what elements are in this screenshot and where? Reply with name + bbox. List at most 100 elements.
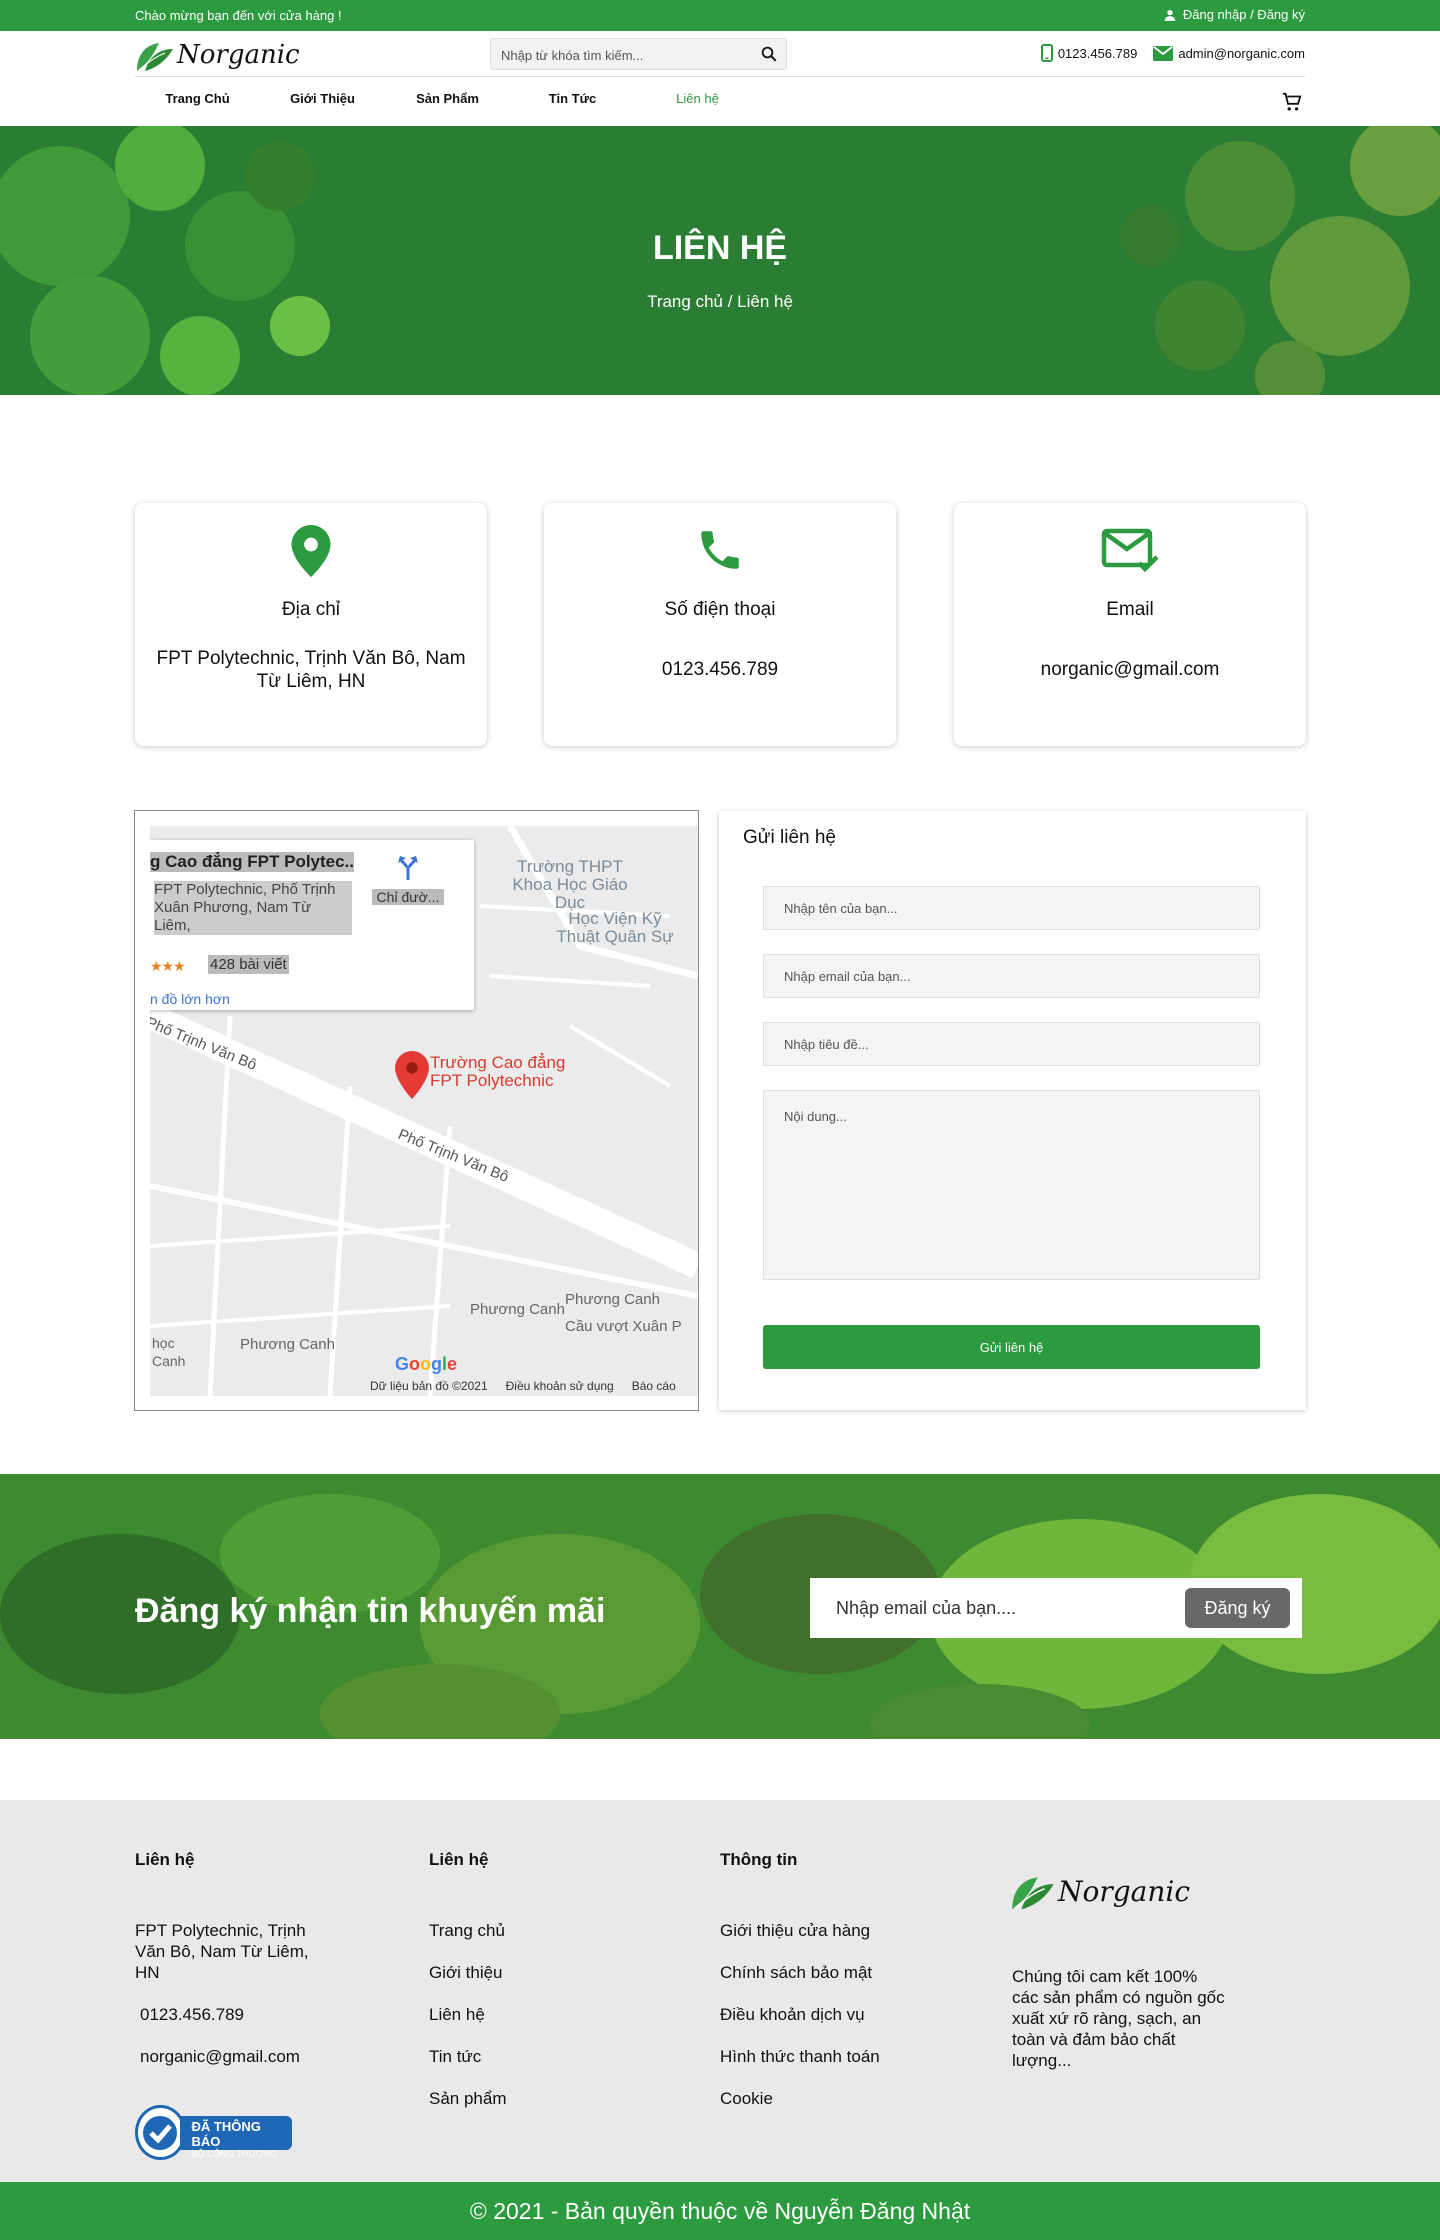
header: Norganic 0123.456.789 admin@norganic.com… (0, 31, 1440, 126)
footer-link-privacy[interactable]: Chính sách bảo mật (720, 1962, 960, 1983)
email-value: norganic@gmail.com (1040, 659, 1220, 680)
badge-subtitle: BỘ CÔNG THƯƠNG (191, 2148, 278, 2159)
address-label: Địa chỉ (281, 599, 341, 620)
phone-icon (701, 531, 739, 569)
map-label-school1: Trường THPT Khoa Học Giáo Dục (512, 857, 628, 912)
footer-info-heading: Thông tin (720, 1850, 798, 1869)
verified-check-icon (135, 2105, 186, 2160)
map-canvas[interactable]: g Cao đẳng FPT Polytec... FPT Polytechni… (150, 826, 698, 1396)
footer-col-info: Thông tin Giới thiệu cửa hàng Chính sách… (720, 1850, 960, 2130)
name-input[interactable] (763, 886, 1260, 930)
footer-link-trang-chu[interactable]: Trang chủ (429, 1920, 629, 1941)
address-card: Địa chỉ FPT Polytechnic, Trịnh Văn Bô, N… (135, 503, 487, 746)
copyright-bar: © 2021 - Bản quyền thuộc về Nguyễn Đăng … (0, 2182, 1440, 2240)
login-link[interactable]: Đăng nhập / Đăng ký (1163, 7, 1305, 22)
footer-link-gioi-thieu[interactable]: Giới thiệu (429, 1962, 629, 1983)
newsletter-subscribe-button[interactable]: Đăng ký (1185, 1588, 1290, 1628)
form-title: Gửi liên hệ (743, 827, 836, 848)
directions-button[interactable]: Chỉ đườ... (372, 854, 444, 905)
search-icon[interactable] (760, 45, 778, 68)
footer-link-store-intro[interactable]: Giới thiệu cửa hàng (720, 1920, 960, 1941)
map-area-label2: Phương Canh (565, 1291, 660, 1308)
nav-gioi-thieu[interactable]: Giới Thiệu (260, 91, 385, 106)
map-footer: Dữ liệu bản đồ ©2021 Điều khoản sử dụng … (370, 1379, 676, 1393)
phone-value: 0123.456.789 (661, 659, 779, 680)
footer-links-heading: Liên hệ (429, 1850, 489, 1869)
header-contact: 0123.456.789 admin@norganic.com (1040, 44, 1305, 62)
larger-map-link[interactable]: n đồ lớn hơn (150, 991, 230, 1007)
address-value: FPT Polytechnic, Trịnh Văn Bô, Nam Từ Li… (156, 648, 466, 692)
search-input[interactable] (501, 45, 741, 65)
page-hero: LIÊN HỆ Trang chủ / Liên hệ (0, 126, 1440, 395)
phone-label: Số điện thoại (664, 599, 776, 620)
map-bridge-label: Cầu vượt Xuân P (565, 1318, 682, 1335)
map-marker-icon (395, 1051, 429, 1099)
footer-logo-text: Norganic (1058, 1874, 1191, 1908)
place-card: g Cao đẳng FPT Polytec... FPT Polytechni… (150, 840, 474, 1010)
map-area-label1: Phương Canh (470, 1301, 565, 1318)
message-textarea[interactable] (763, 1090, 1260, 1280)
user-icon (1164, 9, 1176, 21)
map-embed[interactable]: g Cao đẳng FPT Polytec... FPT Polytechni… (134, 810, 699, 1411)
header-phone[interactable]: 0123.456.789 (1040, 44, 1138, 62)
map-area-label3: Phương Canh (240, 1336, 335, 1353)
cart-icon[interactable] (1281, 91, 1303, 118)
footer-address: FPT Polytechnic, Trịnh Văn Bô, Nam Từ Li… (135, 1921, 309, 1982)
submit-contact-button[interactable]: Gửi liên hệ (763, 1325, 1260, 1369)
map-pin-label: Trường Cao đẳng FPT Polytechnic (430, 1053, 566, 1090)
footer-link-terms[interactable]: Điều khoản dịch vụ (720, 2004, 960, 2025)
header-phone-text: 0123.456.789 (1057, 45, 1138, 61)
newsletter-title: Đăng ký nhận tin khuyến mãi (135, 1592, 606, 1630)
footer-col-links: Liên hệ Trang chủ Giới thiệu Liên hệ Tin… (429, 1850, 629, 2130)
map-data-credit: Dữ liệu bản đồ ©2021 (370, 1379, 488, 1393)
map-terms-link[interactable]: Điều khoản sử dụng (506, 1379, 614, 1393)
map-label-school2: Học Viện Kỹ Thuật Quân Sự (556, 909, 674, 946)
place-title: g Cao đẳng FPT Polytec... (150, 852, 354, 872)
mail-check-icon (1101, 528, 1159, 573)
directions-label: Chỉ đườ... (372, 889, 444, 905)
footer-link-tin-tuc[interactable]: Tin tức (429, 2046, 629, 2067)
footer-email: norganic@gmail.com (140, 2047, 300, 2066)
footer-link-lien-he[interactable]: Liên hệ (429, 2004, 629, 2025)
nav-san-pham[interactable]: Sản Phẩm (385, 91, 510, 106)
leaf-logo-icon (1012, 1877, 1054, 1910)
footer-link-san-pham[interactable]: Sản phẩm (429, 2088, 629, 2109)
email-card: Email norganic@gmail.com (954, 503, 1306, 746)
footer-col-contact: Liên hệ FPT Polytechnic, Trịnh Văn Bô, N… (135, 1850, 335, 2088)
reviews-count[interactable]: 428 bài viết (208, 955, 289, 974)
header-email[interactable]: admin@norganic.com (1153, 44, 1305, 62)
ministry-badge[interactable]: ĐÃ THÔNG BÁO BỘ CÔNG THƯƠNG (135, 2105, 292, 2160)
login-label: Đăng nhập / Đăng ký (1182, 7, 1305, 22)
footer-logo[interactable]: Norganic (1010, 1870, 1190, 1912)
newsletter-section: Đăng ký nhận tin khuyến mãi Đăng ký (0, 1474, 1440, 1739)
nav-trang-chu[interactable]: Trang Chủ (135, 91, 260, 106)
google-logo: Google (395, 1354, 458, 1374)
header-email-text: admin@norganic.com (1178, 45, 1305, 61)
map-report-link[interactable]: Báo cáo (632, 1379, 676, 1393)
rating-stars: ★★★ (150, 958, 186, 974)
footer-contact-heading: Liên hệ (135, 1850, 195, 1869)
email-input[interactable] (763, 954, 1260, 998)
footer-link-cookie[interactable]: Cookie (720, 2088, 960, 2109)
badge-title: ĐÃ THÔNG BÁO (191, 2118, 261, 2149)
leaf-logo-icon (137, 43, 173, 71)
footer-description: Chúng tôi cam kết 100% các sản phẩm có n… (1012, 1967, 1225, 2070)
footer-link-payment[interactable]: Hình thức thanh toán (720, 2046, 960, 2067)
nav-lien-he[interactable]: Liên hệ (635, 91, 760, 106)
footer-phone: 0123.456.789 (140, 2005, 244, 2024)
phone-card: Số điện thoại 0123.456.789 (544, 503, 896, 746)
envelope-icon (1153, 45, 1174, 61)
subject-input[interactable] (763, 1022, 1260, 1066)
map-hoc-label: học Canh (152, 1335, 186, 1369)
location-pin-icon (291, 525, 331, 577)
nav-tin-tuc[interactable]: Tin Tức (510, 91, 635, 106)
welcome-text: Chào mừng bạn đến với cửa hàng ! (135, 8, 342, 23)
main-nav: Trang Chủ Giới Thiệu Sản Phẩm Tin Tức Li… (135, 91, 760, 106)
top-bar: Chào mừng bạn đến với cửa hàng ! Đăng nh… (0, 0, 1440, 31)
newsletter-email-input[interactable] (836, 1596, 1166, 1620)
logo-text: Norganic (177, 40, 300, 70)
logo[interactable]: Norganic (135, 37, 300, 73)
email-label: Email (1106, 599, 1154, 620)
search-bar (490, 38, 787, 70)
newsletter-form: Đăng ký (810, 1578, 1302, 1638)
